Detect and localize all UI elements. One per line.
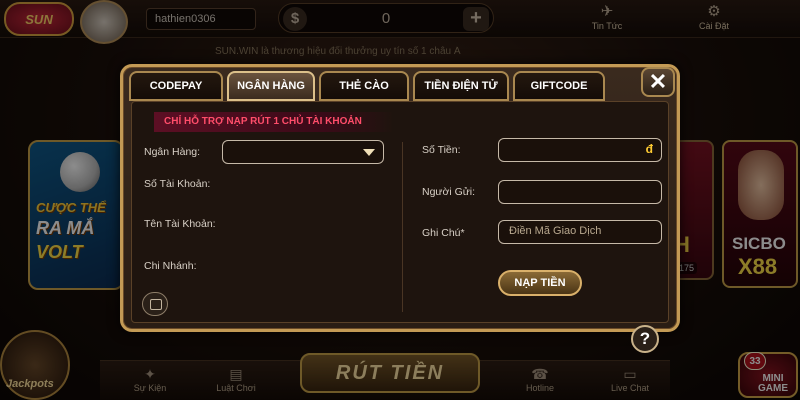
close-button[interactable]: ✕ bbox=[641, 67, 675, 97]
tab-bank[interactable]: NGÂN HÀNG bbox=[227, 71, 315, 101]
amount-input[interactable]: đ bbox=[498, 138, 662, 162]
column-divider bbox=[402, 142, 403, 312]
note-label: Ghi Chú* bbox=[422, 227, 465, 239]
account-name-label: Tên Tài Khoản: bbox=[144, 218, 216, 230]
sender-input[interactable] bbox=[498, 180, 662, 204]
currency-suffix: đ bbox=[645, 142, 653, 156]
sender-label: Người Gửi: bbox=[422, 186, 476, 198]
bank-select[interactable] bbox=[222, 140, 384, 164]
account-number-label: Số Tài Khoản: bbox=[144, 178, 211, 190]
tab-giftcode[interactable]: GIFTCODE bbox=[513, 71, 605, 101]
tab-e-wallet[interactable]: TIỀN ĐIỆN TỬ bbox=[413, 71, 509, 101]
bank-label: Ngân Hàng: bbox=[144, 146, 201, 158]
note-placeholder: Điền Mã Giao Dịch bbox=[509, 225, 602, 237]
help-button[interactable]: ? bbox=[631, 325, 659, 353]
deposit-dialog: CODEPAY NGÂN HÀNG THẺ CÀO TIỀN ĐIỆN TỬ G… bbox=[120, 64, 680, 353]
tab-scratch-card[interactable]: THẺ CÀO bbox=[319, 71, 409, 101]
notice-banner: CHỈ HỖ TRỢ NẠP RÚT 1 CHỦ TÀI KHOẢN bbox=[154, 112, 394, 132]
amount-label: Số Tiền: bbox=[422, 144, 461, 156]
chat-support-icon[interactable] bbox=[142, 292, 168, 316]
tab-codepay[interactable]: CODEPAY bbox=[129, 71, 223, 101]
deposit-button[interactable]: NẠP TIỀN bbox=[498, 270, 582, 296]
branch-label: Chi Nhánh: bbox=[144, 260, 197, 272]
note-input[interactable]: Điền Mã Giao Dịch bbox=[498, 220, 662, 244]
chevron-down-icon bbox=[363, 149, 375, 156]
bank-panel: CHỈ HỖ TRỢ NẠP RÚT 1 CHỦ TÀI KHOẢN Ngân … bbox=[131, 101, 669, 323]
